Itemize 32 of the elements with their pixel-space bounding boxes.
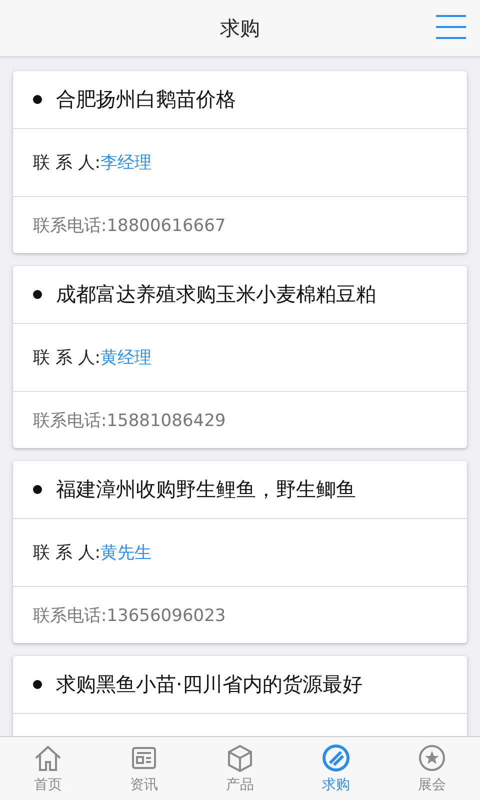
phone-number: 联系电话:18800616667 bbox=[33, 214, 226, 236]
bullet-icon bbox=[33, 680, 42, 689]
star-circle-icon bbox=[417, 743, 447, 773]
contact-label: 联 系 人: bbox=[33, 152, 101, 174]
nav-tab[interactable]: 首页 bbox=[0, 737, 96, 800]
nav-tab[interactable]: 求购 bbox=[288, 737, 384, 800]
contact-label: 联 系 人: bbox=[33, 347, 101, 369]
post-card[interactable]: 成都富达养殖求购玉米小麦棉粕豆粕 联 系 人:黄经理 联系电话:15881086429 bbox=[13, 266, 467, 448]
post-title: 求购黑鱼小苗·四川省内的货源最好 bbox=[56, 671, 362, 698]
post-title: 成都富达养殖求购玉米小麦棉粕豆粕 bbox=[56, 281, 376, 308]
nav-tab[interactable]: 展会 bbox=[384, 737, 480, 800]
bullet-icon bbox=[33, 95, 42, 104]
contact-label: 联 系 人: bbox=[33, 542, 101, 564]
phone-number: 联系电话:13656096023 bbox=[33, 604, 226, 626]
home-icon bbox=[33, 743, 63, 773]
page-title: 求购 bbox=[220, 14, 260, 42]
bullet-icon bbox=[33, 290, 42, 299]
post-card[interactable]: 福建漳州收购野生鲤鱼，野生鲫鱼 联 系 人:黄先生 联系电话:13656096023 bbox=[13, 461, 467, 643]
cube-icon bbox=[225, 743, 255, 773]
post-card[interactable]: 求购黑鱼小苗·四川省内的货源最好 bbox=[13, 656, 467, 736]
contact-name-link[interactable]: 黄先生 bbox=[100, 541, 152, 564]
nav-tab[interactable]: 产品 bbox=[192, 737, 288, 800]
post-card[interactable]: 合肥扬州白鹅苗价格 联 系 人:李经理 联系电话:18800616667 bbox=[13, 71, 467, 253]
phone-number: 联系电话:15881086429 bbox=[33, 410, 226, 432]
post-title: 合肥扬州白鹅苗价格 bbox=[56, 86, 236, 113]
contact-name-link[interactable]: 黄经理 bbox=[100, 346, 152, 369]
menu-button[interactable] bbox=[436, 15, 466, 39]
post-title: 福建漳州收购野生鲤鱼，野生鲫鱼 bbox=[56, 476, 356, 503]
nav-tab[interactable]: 资讯 bbox=[96, 737, 192, 800]
slashed-circle-icon bbox=[321, 743, 351, 773]
bullet-icon bbox=[33, 485, 42, 494]
contact-name-link[interactable]: 李经理 bbox=[100, 151, 152, 174]
